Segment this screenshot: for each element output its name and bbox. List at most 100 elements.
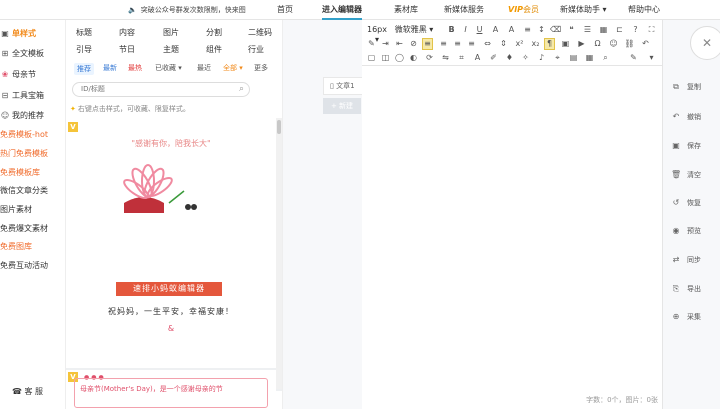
announcement[interactable]: 🔈 突破公众号群发次数限制，快来图 bbox=[128, 5, 246, 15]
format-icon[interactable]: ≡ bbox=[522, 25, 533, 35]
preview-button[interactable]: ◉ 预览 bbox=[671, 226, 702, 236]
align-right-icon[interactable]: ≡ bbox=[452, 39, 463, 49]
search-replace-icon[interactable]: ⌕ bbox=[600, 53, 611, 63]
border-icon[interactable]: ▢ bbox=[366, 53, 377, 63]
link-free-gallery[interactable]: 免费图库 bbox=[0, 241, 32, 252]
eraser-icon[interactable]: ⌫ bbox=[550, 25, 561, 35]
link-free-template-lib[interactable]: 免费模板库 bbox=[0, 167, 40, 178]
category-title[interactable]: 标题 bbox=[76, 27, 92, 38]
opacity-icon[interactable]: ◐ bbox=[408, 53, 419, 63]
search-icon[interactable]: ⌕ bbox=[239, 84, 244, 94]
source-icon[interactable]: ✎ bbox=[628, 53, 639, 63]
filter-collected[interactable]: 已收藏 ▾ bbox=[155, 63, 182, 73]
link-hot-free-template[interactable]: 热门免费模板 bbox=[0, 148, 48, 159]
crop-icon[interactable]: ⌗ bbox=[456, 53, 467, 63]
collect-button[interactable]: ⊕ 采集 bbox=[671, 312, 701, 322]
filter-recommend[interactable]: 推荐 bbox=[74, 63, 94, 75]
filter-recent[interactable]: 最近 bbox=[197, 63, 211, 73]
nav-home[interactable]: 首页 bbox=[277, 0, 293, 20]
brush-icon[interactable]: ✐ bbox=[488, 53, 499, 63]
music-icon[interactable]: ♪ bbox=[536, 53, 547, 63]
link-icon[interactable]: ⛓ bbox=[624, 39, 635, 49]
nav-media-service[interactable]: 新媒体服务 bbox=[444, 0, 484, 20]
paragraph-icon[interactable]: ¶ bbox=[544, 38, 555, 50]
category-qrcode[interactable]: 二维码 bbox=[248, 27, 272, 38]
rotate-icon[interactable]: ⟳ bbox=[424, 53, 435, 63]
filter-more[interactable]: 更多 bbox=[254, 63, 268, 73]
scrollbar-thumb[interactable] bbox=[277, 120, 281, 134]
superscript-icon[interactable]: x² bbox=[514, 39, 525, 49]
more-icon[interactable]: ▾ bbox=[646, 53, 657, 63]
filter-newest[interactable]: 最新 bbox=[103, 63, 117, 73]
map-icon[interactable]: ⌖ bbox=[552, 53, 563, 63]
align-center-icon[interactable]: ≡ bbox=[438, 39, 449, 49]
magic-icon[interactable]: ✧ bbox=[520, 53, 531, 63]
indent-icon[interactable]: ⇥ bbox=[380, 39, 391, 49]
align-justify-icon[interactable]: ≡ bbox=[466, 39, 477, 49]
search-input[interactable] bbox=[81, 85, 231, 93]
edit-icon[interactable]: ✎ bbox=[366, 39, 377, 49]
italic-icon[interactable]: I bbox=[460, 25, 471, 35]
category-component[interactable]: 组件 bbox=[206, 44, 222, 55]
paint-icon[interactable]: ♦ bbox=[504, 53, 515, 63]
link-free-template-hot[interactable]: 免费模板-hot bbox=[0, 129, 48, 140]
sidebar-item-full-template[interactable]: ⊞ 全文模板 bbox=[0, 48, 44, 59]
date-icon[interactable]: ▦ bbox=[584, 53, 595, 63]
line-height-icon[interactable]: ↕ bbox=[536, 25, 547, 35]
category-divider[interactable]: 分割 bbox=[206, 27, 222, 38]
link-free-viral-material[interactable]: 免费爆文素材 bbox=[0, 223, 48, 234]
sidebar-item-toolbox[interactable]: ⊟ 工具宝箱 bbox=[0, 90, 44, 101]
nav-help[interactable]: 帮助中心 bbox=[628, 0, 660, 20]
shadow-icon[interactable]: ◫ bbox=[380, 53, 391, 63]
new-article-button[interactable]: + 新建 bbox=[323, 98, 361, 114]
sidebar-item-mothers-day[interactable]: ❀ 母亲节 bbox=[0, 69, 36, 80]
video-icon[interactable]: ▶ bbox=[576, 39, 587, 49]
link-image-material[interactable]: 图片素材 bbox=[0, 204, 32, 215]
clear-button[interactable]: 🗑 清空 bbox=[671, 170, 701, 180]
save-button[interactable]: ▣ 保存 bbox=[671, 141, 701, 151]
filter-hottest[interactable]: 最热 bbox=[128, 63, 142, 73]
help-icon[interactable]: ? bbox=[630, 25, 641, 35]
nav-vip[interactable]: VIP会员 bbox=[508, 0, 539, 20]
category-festival[interactable]: 节日 bbox=[119, 44, 135, 55]
fullscreen-icon[interactable]: ⛶ bbox=[646, 25, 657, 35]
undo-button[interactable]: ↶ 撤销 bbox=[671, 112, 701, 122]
style-header[interactable]: ▣ 单样式 bbox=[0, 28, 36, 39]
radius-icon[interactable]: ◯ bbox=[394, 53, 405, 63]
close-icon[interactable]: ✕ bbox=[690, 26, 720, 60]
tab-article-1[interactable]: ▯ 文章1 bbox=[323, 77, 363, 95]
template-card[interactable]: V ●●● 母亲节(Mother's Day)，是一个感谢母亲的节 bbox=[66, 370, 276, 408]
undo-icon[interactable]: ↶ bbox=[640, 39, 651, 49]
text-color-icon[interactable]: A bbox=[472, 53, 483, 63]
link-article-category[interactable]: 微信文章分类 bbox=[0, 185, 48, 196]
category-content[interactable]: 内容 bbox=[119, 27, 135, 38]
restore-button[interactable]: ↺ 恢复 bbox=[671, 198, 701, 208]
emoji-icon[interactable]: ☺ bbox=[608, 39, 619, 49]
table-icon[interactable]: ▦ bbox=[598, 25, 609, 35]
sync-button[interactable]: ⇄ 同步 bbox=[671, 255, 701, 265]
align-left-icon[interactable]: ≡ bbox=[422, 38, 433, 50]
font-color-icon[interactable]: A bbox=[490, 25, 501, 35]
nav-materials[interactable]: 素材库 bbox=[394, 0, 418, 20]
font-family-select[interactable]: 微软雅黑 ▾ bbox=[394, 25, 434, 35]
customer-service-button[interactable]: ☎ 客 服 bbox=[12, 386, 43, 397]
export-button[interactable]: ⎘ 导出 bbox=[671, 284, 701, 294]
subscript-icon[interactable]: x₂ bbox=[530, 39, 541, 49]
category-industry[interactable]: 行业 bbox=[248, 44, 264, 55]
list-icon[interactable]: ☰ bbox=[582, 25, 593, 35]
editor-canvas[interactable]: 字数：0个，图片：0张 bbox=[362, 66, 662, 409]
outdent-icon[interactable]: ⇤ bbox=[394, 39, 405, 49]
paragraph-spacing-icon[interactable]: ⇕ bbox=[498, 39, 509, 49]
category-theme[interactable]: 主题 bbox=[163, 44, 179, 55]
quote-icon[interactable]: ❝ bbox=[566, 25, 577, 35]
flip-icon[interactable]: ⇋ bbox=[440, 53, 451, 63]
nav-editor[interactable]: 进入编辑器 bbox=[322, 0, 362, 20]
copy-button[interactable]: ⧉ 复制 bbox=[671, 82, 701, 92]
category-guide[interactable]: 引导 bbox=[76, 44, 92, 55]
code-icon[interactable]: ⊏ bbox=[614, 25, 625, 35]
form-icon[interactable]: ▤ bbox=[568, 53, 579, 63]
omega-icon[interactable]: Ω bbox=[592, 39, 603, 49]
background-color-icon[interactable]: A bbox=[506, 25, 517, 35]
sidebar-item-recommend[interactable]: ☺ 我的推荐 bbox=[0, 110, 44, 121]
category-image[interactable]: 图片 bbox=[163, 27, 179, 38]
